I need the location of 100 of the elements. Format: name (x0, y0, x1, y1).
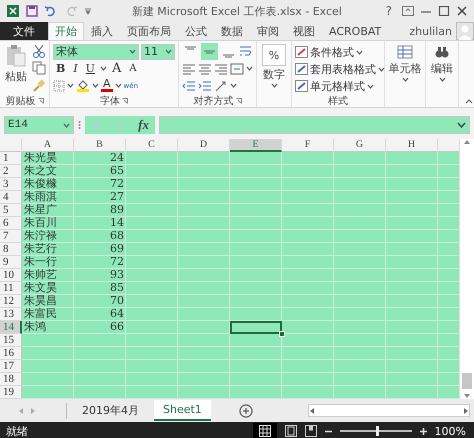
copy-icon[interactable] (32, 61, 46, 75)
number-format-button[interactable]: % 数字 (260, 44, 288, 88)
caret-icon[interactable] (230, 83, 237, 88)
table-style-icon[interactable] (295, 80, 308, 92)
dialog-launcher-icon[interactable] (236, 98, 242, 104)
column-header[interactable]: E (230, 139, 282, 152)
ribbon-tab[interactable]: 开始 (48, 22, 84, 40)
font-size-field[interactable]: 11 (141, 44, 175, 60)
ribbon-tab[interactable]: 插入 (84, 22, 120, 40)
caret-icon[interactable] (92, 83, 99, 88)
account-menu[interactable]: zhulilan (405, 22, 456, 40)
row-header[interactable]: 3 (0, 178, 22, 191)
name-box[interactable]: E14 (4, 116, 74, 134)
ribbon-tab[interactable]: 页面布局 (120, 22, 178, 40)
ribbon-display-icon[interactable] (402, 6, 414, 16)
caret-icon[interactable] (402, 77, 408, 82)
underline-button[interactable]: U (82, 62, 98, 75)
paste-button[interactable]: 粘贴 (3, 44, 29, 94)
row-header[interactable]: 17 (0, 360, 22, 373)
font-name-field[interactable]: 宋体 (53, 44, 139, 60)
row-header[interactable]: 10 (0, 269, 22, 282)
zoom-level[interactable]: 100% (434, 424, 474, 438)
middle-align-icon[interactable] (201, 43, 218, 60)
row-header[interactable]: 15 (0, 334, 22, 347)
row-header[interactable]: 2 (0, 165, 22, 178)
close-icon[interactable] (456, 6, 468, 16)
row-header[interactable]: 1 (0, 152, 22, 165)
caret-icon[interactable] (270, 83, 278, 88)
wrap-text-icon[interactable] (239, 45, 253, 58)
borders-icon[interactable] (53, 80, 65, 92)
italic-button[interactable]: I (70, 62, 81, 75)
row-header[interactable]: 12 (0, 295, 22, 308)
ribbon-tab[interactable]: 审阅 (250, 22, 286, 40)
orientation-icon[interactable] (214, 80, 228, 92)
caret-icon[interactable] (63, 122, 70, 128)
caret-icon[interactable] (246, 66, 253, 71)
row-header[interactable]: 4 (0, 191, 22, 204)
bold-button[interactable]: B (53, 62, 68, 75)
maximize-icon[interactable] (438, 6, 450, 16)
help-button[interactable]: ? (382, 4, 396, 18)
row-header[interactable]: 14 (0, 321, 22, 334)
dialog-launcher-icon[interactable] (38, 98, 44, 104)
table-style-icon[interactable] (295, 63, 308, 75)
dialog-launcher-icon[interactable] (122, 98, 128, 104)
caret-icon[interactable] (114, 83, 122, 88)
table-style-icon[interactable] (295, 46, 308, 58)
row-header[interactable]: 13 (0, 308, 22, 321)
merge-cells-icon[interactable] (230, 62, 244, 74)
scroll-up-icon[interactable] (463, 139, 472, 145)
caret-icon[interactable] (165, 49, 172, 54)
ribbon-tab[interactable]: ACROBAT (322, 22, 388, 40)
row-header[interactable]: 8 (0, 243, 22, 256)
align-right-icon[interactable] (214, 62, 228, 74)
sheet-tab[interactable]: Sheet1 (154, 400, 211, 421)
ribbon-tab[interactable]: 视图 (286, 22, 322, 40)
caret-icon[interactable] (100, 66, 107, 71)
row-header[interactable]: 19 (0, 386, 22, 399)
add-sheet-icon[interactable] (238, 404, 253, 418)
expand-icon[interactable] (457, 122, 466, 128)
sheet-tab[interactable]: 2019年4月 (73, 400, 148, 421)
page-break-view-icon[interactable] (304, 425, 317, 437)
ribbon-tab[interactable]: 公式 (178, 22, 214, 40)
scissors-icon[interactable] (32, 44, 46, 58)
caret-icon[interactable] (378, 66, 385, 72)
decrease-indent-icon[interactable] (182, 80, 196, 92)
page-layout-view-icon[interactable] (284, 425, 297, 437)
scroll-left-icon[interactable] (309, 406, 315, 414)
file-tab[interactable]: 文件 (0, 22, 48, 40)
column-header[interactable]: D (178, 139, 230, 152)
collapse-ribbon-icon[interactable] (465, 99, 473, 104)
caret-icon[interactable] (438, 77, 446, 82)
row-header[interactable]: 9 (0, 256, 22, 269)
caret-icon[interactable] (356, 50, 363, 54)
insert-function-button[interactable]: fx (138, 117, 149, 133)
scroll-right-icon[interactable] (463, 406, 469, 414)
styles-menu-button[interactable]: 单元格样式 (295, 78, 381, 94)
styles-menu-button[interactable]: 条件格式 (295, 44, 381, 60)
row-header[interactable]: 16 (0, 347, 22, 360)
align-left-icon[interactable] (182, 62, 196, 74)
grow-font-button[interactable]: A (108, 61, 124, 76)
caret-icon[interactable] (367, 84, 374, 88)
increase-indent-icon[interactable] (198, 80, 212, 92)
ribbon-tab[interactable]: 数据 (214, 22, 250, 40)
column-header[interactable]: C (126, 139, 178, 152)
shrink-font-button[interactable]: A (126, 63, 140, 74)
row-header[interactable]: 18 (0, 373, 22, 386)
customize-icon[interactable] (84, 7, 92, 15)
row-header[interactable]: 7 (0, 230, 22, 243)
table-icon[interactable] (397, 44, 413, 60)
formula-input[interactable] (159, 116, 470, 134)
binoculars-icon[interactable] (434, 44, 450, 60)
editing-button[interactable]: 编辑 (429, 44, 455, 82)
scrollbar-thumb[interactable] (462, 373, 472, 389)
column-header[interactable]: B (74, 139, 126, 152)
styles-menu-button[interactable]: 套用表格格式 (295, 61, 381, 77)
row-header[interactable]: 5 (0, 204, 22, 217)
column-header[interactable]: F (282, 139, 334, 152)
align-center-icon[interactable] (198, 62, 212, 74)
zoom-in-icon[interactable] (420, 428, 427, 434)
row-header[interactable]: 11 (0, 282, 22, 295)
